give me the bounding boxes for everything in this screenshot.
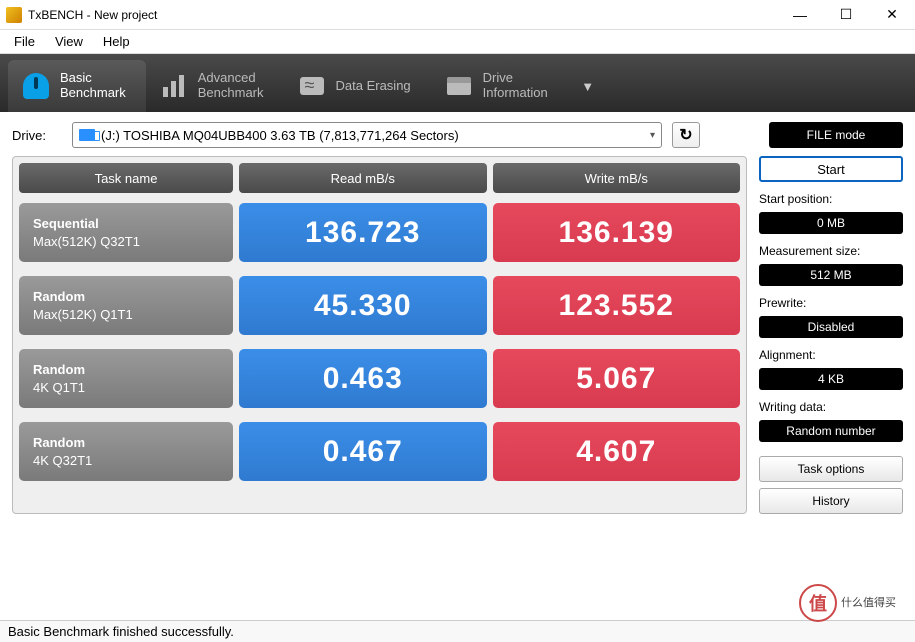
alignment-value[interactable]: 4 KB <box>759 368 903 390</box>
tab-label: Drive Information <box>483 71 548 101</box>
drive-selected-text: (J:) TOSHIBA MQ04UBB400 3.63 TB (7,813,7… <box>101 128 459 143</box>
alignment-label: Alignment: <box>759 344 903 362</box>
tab-label: Advanced Benchmark <box>198 71 264 101</box>
menu-view[interactable]: View <box>45 32 93 51</box>
prewrite-label: Prewrite: <box>759 292 903 310</box>
gauge-icon <box>22 72 50 100</box>
start-position-value[interactable]: 0 MB <box>759 212 903 234</box>
status-text: Basic Benchmark finished successfully. <box>8 624 234 639</box>
task-name-cell: Random 4K Q32T1 <box>19 422 233 481</box>
disk-icon <box>79 129 95 141</box>
drive-row: Drive: (J:) TOSHIBA MQ04UBB400 3.63 TB (… <box>0 112 915 156</box>
write-value: 4.607 <box>493 422 741 481</box>
tab-basic-benchmark[interactable]: Basic Benchmark <box>8 60 146 112</box>
watermark-icon: 值 <box>799 584 837 622</box>
menu-file[interactable]: File <box>4 32 45 51</box>
menubar: File View Help <box>0 30 915 54</box>
writing-data-label: Writing data: <box>759 396 903 414</box>
writing-data-value[interactable]: Random number <box>759 420 903 442</box>
header-write: Write mB/s <box>493 163 741 193</box>
read-value: 0.463 <box>239 349 487 408</box>
read-value: 45.330 <box>239 276 487 335</box>
task-name-cell: Sequential Max(512K) Q32T1 <box>19 203 233 262</box>
close-button[interactable]: ✕ <box>869 0 915 29</box>
drive-label: Drive: <box>12 128 62 143</box>
tab-label: Basic Benchmark <box>60 71 126 101</box>
refresh-button[interactable]: ↻ <box>672 122 700 148</box>
start-position-label: Start position: <box>759 188 903 206</box>
prewrite-value[interactable]: Disabled <box>759 316 903 338</box>
window-title: TxBENCH - New project <box>28 8 777 22</box>
erase-icon <box>298 72 326 100</box>
test-row: Sequential Max(512K) Q32T1 136.723 136.1… <box>19 203 740 262</box>
menu-help[interactable]: Help <box>93 32 140 51</box>
header-task: Task name <box>19 163 233 193</box>
test-row: Random 4K Q1T1 0.463 5.067 <box>19 349 740 408</box>
read-value: 136.723 <box>239 203 487 262</box>
task-name-cell: Random Max(512K) Q1T1 <box>19 276 233 335</box>
tab-label: Data Erasing <box>336 79 411 94</box>
drive-select[interactable]: (J:) TOSHIBA MQ04UBB400 3.63 TB (7,813,7… <box>72 122 662 148</box>
tabbar: Basic Benchmark Advanced Benchmark Data … <box>0 54 915 112</box>
write-value: 123.552 <box>493 276 741 335</box>
history-button[interactable]: History <box>759 488 903 514</box>
statusbar: Basic Benchmark finished successfully. <box>0 620 915 642</box>
titlebar: TxBENCH - New project — ☐ ✕ <box>0 0 915 30</box>
side-panel: Start Start position: 0 MB Measurement s… <box>759 156 903 514</box>
write-value: 5.067 <box>493 349 741 408</box>
tab-drive-information[interactable]: Drive Information <box>431 60 568 112</box>
chevron-down-icon: ▾ <box>650 130 655 141</box>
bars-icon <box>160 72 188 100</box>
measurement-size-label: Measurement size: <box>759 240 903 258</box>
write-value: 136.139 <box>493 203 741 262</box>
header-read: Read mB/s <box>239 163 487 193</box>
watermark-text: 什么值得买 <box>841 597 896 609</box>
drive-icon <box>445 72 473 100</box>
benchmark-panel: Task name Read mB/s Write mB/s Sequentia… <box>12 156 747 514</box>
maximize-button[interactable]: ☐ <box>823 0 869 29</box>
minimize-button[interactable]: — <box>777 0 823 29</box>
test-row: Random 4K Q32T1 0.467 4.607 <box>19 422 740 481</box>
tab-overflow-button[interactable]: ▼ <box>568 60 608 112</box>
measurement-size-value[interactable]: 512 MB <box>759 264 903 286</box>
watermark: 值 什么值得买 <box>799 582 909 624</box>
read-value: 0.467 <box>239 422 487 481</box>
tab-data-erasing[interactable]: Data Erasing <box>284 60 431 112</box>
app-icon <box>6 7 22 23</box>
task-name-cell: Random 4K Q1T1 <box>19 349 233 408</box>
file-mode-button[interactable]: FILE mode <box>769 122 903 148</box>
tab-advanced-benchmark[interactable]: Advanced Benchmark <box>146 60 284 112</box>
task-options-button[interactable]: Task options <box>759 456 903 482</box>
test-row: Random Max(512K) Q1T1 45.330 123.552 <box>19 276 740 335</box>
start-button[interactable]: Start <box>759 156 903 182</box>
